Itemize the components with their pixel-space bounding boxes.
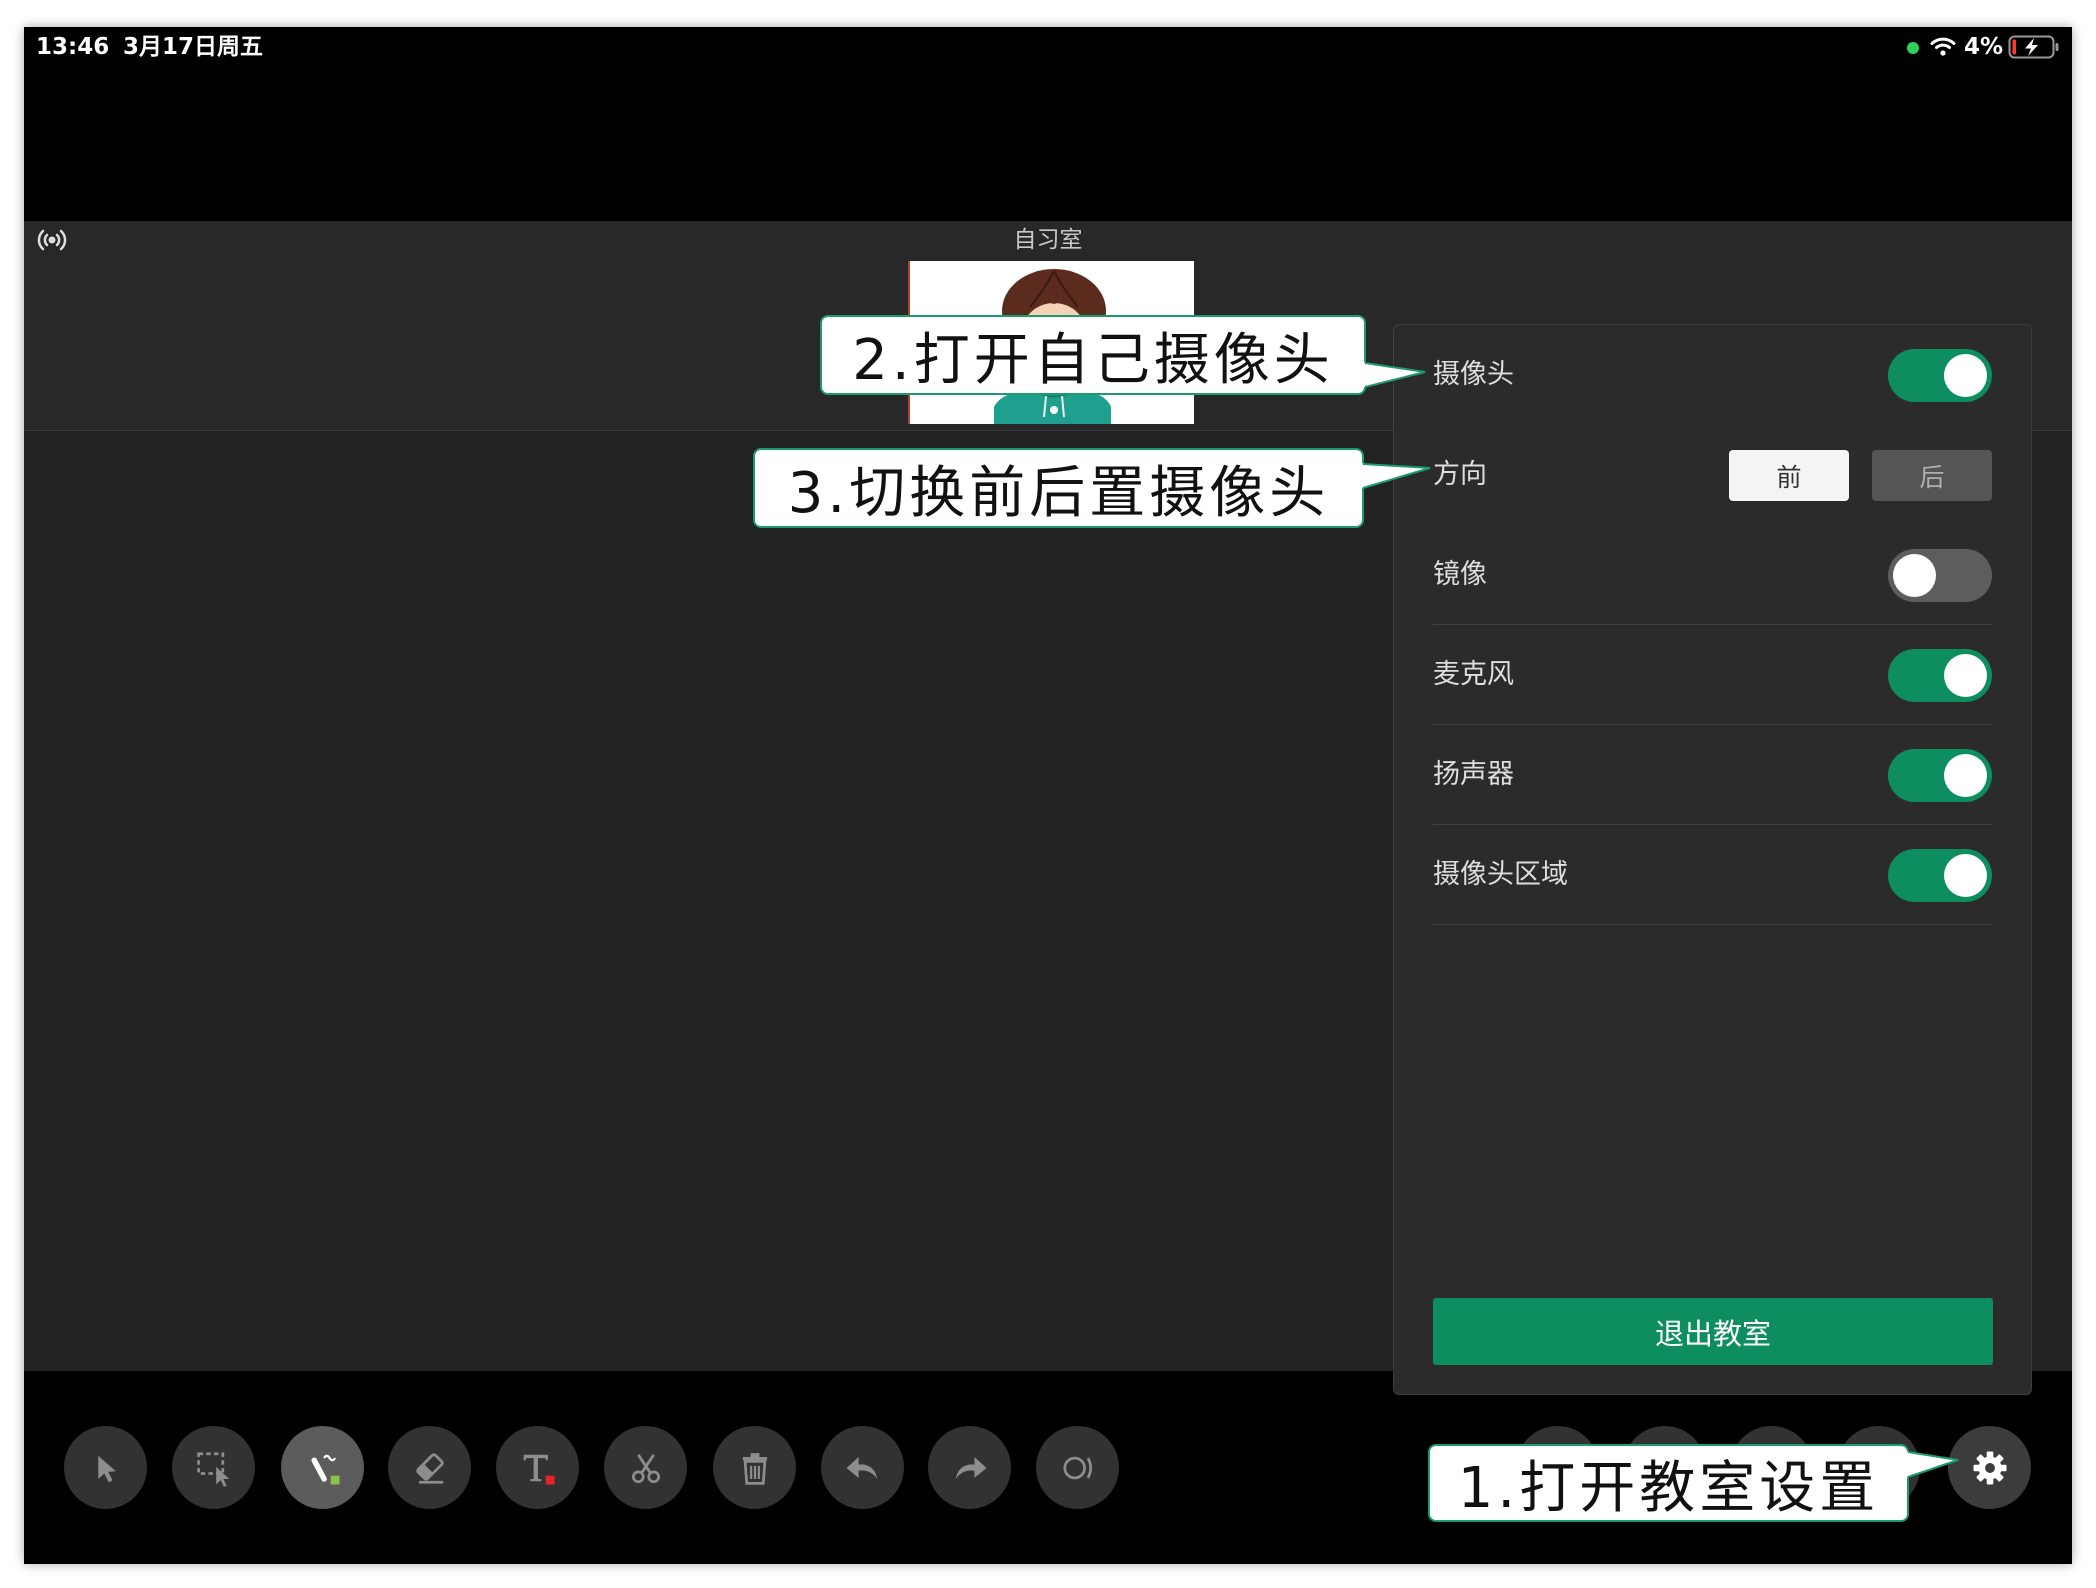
room-title: 自习室 bbox=[1013, 227, 1083, 253]
annotation-text: 3.切换前后置摄像头 bbox=[787, 460, 1330, 526]
area-select-icon bbox=[196, 1451, 229, 1487]
setting-row-camera: 摄像头 bbox=[1394, 325, 2031, 425]
battery-charging-icon bbox=[2008, 35, 2060, 59]
exit-classroom-button[interactable]: 退出教室 bbox=[1433, 1298, 1993, 1365]
mirror-toggle[interactable] bbox=[1888, 549, 1992, 602]
pen-icon bbox=[310, 1454, 339, 1484]
speaker-toggle[interactable] bbox=[1888, 749, 1992, 802]
annotation-text: 1.打开教室设置 bbox=[1457, 1455, 1880, 1521]
select-icon bbox=[97, 1455, 116, 1482]
classroom-settings-button[interactable] bbox=[1948, 1426, 2031, 1509]
setting-label: 摄像头区域 bbox=[1433, 859, 1568, 890]
pen-tool-button[interactable] bbox=[281, 1426, 364, 1509]
status-bar: 13:46 3月17日周五 4% bbox=[24, 27, 2072, 67]
undo-button[interactable] bbox=[821, 1426, 904, 1509]
eraser-icon bbox=[415, 1452, 444, 1484]
setting-row-camera-area: 摄像头区域 bbox=[1394, 825, 2031, 925]
trash-icon bbox=[742, 1452, 767, 1485]
shape-tool-button[interactable] bbox=[1036, 1426, 1119, 1509]
setting-label: 镜像 bbox=[1433, 559, 1487, 590]
wifi-icon bbox=[1929, 35, 1957, 57]
setting-row-direction: 方向 前 后 bbox=[1394, 425, 2031, 525]
annotation-callout-2: 2.打开自己摄像头 bbox=[820, 315, 1366, 395]
battery-percentage: 4% bbox=[1964, 34, 2004, 60]
gear-icon bbox=[1973, 1451, 2006, 1484]
toggle-knob bbox=[1944, 654, 1987, 697]
select-tool-button[interactable] bbox=[64, 1426, 147, 1509]
scissors-tool-button[interactable] bbox=[604, 1426, 687, 1509]
setting-row-microphone: 麦克风 bbox=[1394, 625, 2031, 725]
status-date: 3月17日周五 bbox=[123, 34, 264, 60]
classroom-settings-panel: 摄像头 方向 前 后 镜像 麦克风 扬声器 摄像头区域 退出教室 bbox=[1393, 324, 2032, 1395]
eraser-tool-button[interactable] bbox=[388, 1426, 471, 1509]
redo-button[interactable] bbox=[928, 1426, 1011, 1509]
toggle-knob bbox=[1944, 354, 1987, 397]
undo-icon bbox=[846, 1456, 877, 1479]
text-icon bbox=[523, 1454, 554, 1484]
camera-area-toggle[interactable] bbox=[1888, 849, 1992, 902]
setting-row-speaker: 扬声器 bbox=[1394, 725, 2031, 825]
setting-label: 麦克风 bbox=[1433, 659, 1514, 690]
toggle-knob bbox=[1944, 754, 1987, 797]
annotation-callout-1: 1.打开教室设置 bbox=[1428, 1444, 1909, 1522]
area-select-tool-button[interactable] bbox=[172, 1426, 255, 1509]
camera-in-use-indicator bbox=[1907, 42, 1919, 54]
status-time: 13:46 bbox=[36, 34, 110, 60]
toggle-knob bbox=[1893, 554, 1936, 597]
scissors-icon bbox=[631, 1453, 660, 1483]
direction-front-button[interactable]: 前 bbox=[1729, 450, 1849, 501]
camera-toggle[interactable] bbox=[1888, 349, 1992, 402]
setting-label: 摄像头 bbox=[1433, 359, 1514, 390]
text-tool-button[interactable] bbox=[496, 1426, 579, 1509]
annotation-callout-3: 3.切换前后置摄像头 bbox=[753, 448, 1364, 528]
direction-back-button[interactable]: 后 bbox=[1872, 450, 1992, 501]
toggle-knob bbox=[1944, 854, 1987, 897]
annotation-text: 2.打开自己摄像头 bbox=[852, 327, 1334, 393]
setting-label: 扬声器 bbox=[1433, 759, 1514, 790]
setting-label: 方向 bbox=[1433, 459, 1487, 490]
redo-icon bbox=[955, 1456, 986, 1479]
setting-row-mirror: 镜像 bbox=[1394, 525, 2031, 625]
circle-shape-icon bbox=[1062, 1456, 1092, 1479]
ipad-screen: 13:46 3月17日周五 4% 自习室 摄像头 方向 前 后 镜像 麦克风 扬… bbox=[24, 27, 2072, 1564]
microphone-toggle[interactable] bbox=[1888, 649, 1992, 702]
delete-tool-button[interactable] bbox=[713, 1426, 796, 1509]
